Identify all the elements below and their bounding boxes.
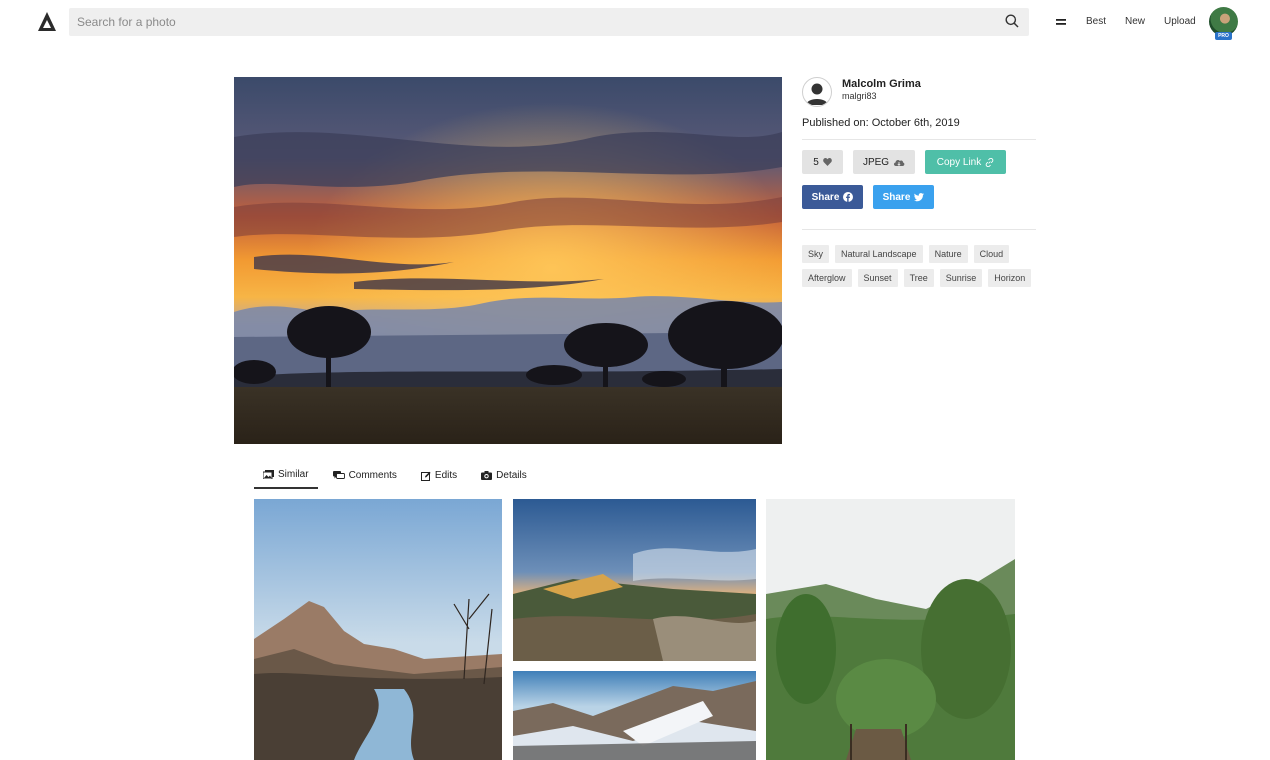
similar-photo[interactable] bbox=[513, 671, 756, 760]
nav-new[interactable]: New bbox=[1125, 16, 1145, 27]
images-icon bbox=[263, 470, 274, 479]
share-facebook-button[interactable]: Share bbox=[802, 185, 863, 209]
divider bbox=[802, 229, 1036, 230]
similar-photo[interactable] bbox=[513, 499, 756, 661]
tag[interactable]: Nature bbox=[928, 245, 968, 263]
share-facebook-label: Share bbox=[811, 191, 840, 203]
copy-link-label: Copy Link bbox=[936, 156, 982, 168]
nav-upload[interactable]: Upload bbox=[1164, 16, 1196, 27]
tag[interactable]: Sunset bbox=[857, 269, 898, 287]
pro-badge: PRO bbox=[1215, 32, 1232, 40]
share-twitter-label: Share bbox=[882, 191, 911, 203]
tag[interactable]: Sunrise bbox=[939, 269, 983, 287]
author-username[interactable]: malgri83 bbox=[842, 91, 877, 101]
menu-icon[interactable] bbox=[1056, 18, 1066, 26]
like-count: 5 bbox=[813, 156, 819, 168]
tab-similar[interactable]: Similar bbox=[254, 462, 318, 489]
tab-comments[interactable]: Comments bbox=[324, 462, 406, 489]
tag[interactable]: Sky bbox=[802, 245, 830, 263]
cloud-download-icon bbox=[894, 159, 905, 166]
nav-best[interactable]: Best bbox=[1086, 16, 1106, 27]
facebook-icon bbox=[843, 192, 854, 202]
similar-photo[interactable] bbox=[766, 499, 1015, 760]
share-twitter-button[interactable]: Share bbox=[873, 185, 934, 209]
tab-label: Edits bbox=[434, 470, 458, 481]
tab-bar: Similar Comments Edits Details bbox=[254, 462, 542, 489]
tab-edits[interactable]: Edits bbox=[412, 462, 466, 489]
top-bar: Best New Upload PRO bbox=[0, 0, 1270, 44]
tab-details[interactable]: Details bbox=[472, 462, 536, 489]
main-photo[interactable] bbox=[234, 77, 782, 444]
author-name[interactable]: Malcolm Grima bbox=[842, 78, 921, 90]
tab-label: Similar bbox=[278, 469, 309, 480]
tag[interactable]: Natural Landscape bbox=[835, 245, 923, 263]
search-input[interactable] bbox=[69, 8, 1029, 36]
tab-label: Comments bbox=[348, 470, 397, 481]
comments-icon bbox=[332, 471, 345, 479]
twitter-icon bbox=[914, 192, 925, 201]
heart-icon bbox=[822, 158, 832, 166]
logo-icon[interactable] bbox=[38, 12, 56, 31]
link-icon bbox=[985, 157, 994, 167]
copy-link-button[interactable]: Copy Link bbox=[925, 150, 1006, 174]
tag-list: Sky Natural Landscape Nature Cloud After… bbox=[802, 245, 1036, 287]
download-button[interactable]: JPEG bbox=[853, 150, 915, 174]
like-button[interactable]: 5 bbox=[802, 150, 843, 174]
tab-label: Details bbox=[496, 470, 527, 481]
published-date: Published on: October 6th, 2019 bbox=[802, 117, 960, 129]
author-avatar[interactable] bbox=[802, 77, 832, 107]
similar-photo[interactable] bbox=[254, 499, 502, 760]
tag[interactable]: Cloud bbox=[973, 245, 1010, 263]
format-label: JPEG bbox=[862, 156, 890, 168]
divider bbox=[802, 139, 1036, 140]
tag[interactable]: Tree bbox=[903, 269, 934, 287]
edit-icon bbox=[420, 471, 431, 481]
tag[interactable]: Horizon bbox=[988, 269, 1032, 287]
camera-icon bbox=[481, 471, 493, 480]
tag[interactable]: Afterglow bbox=[802, 269, 852, 287]
search-icon[interactable] bbox=[1005, 14, 1019, 28]
